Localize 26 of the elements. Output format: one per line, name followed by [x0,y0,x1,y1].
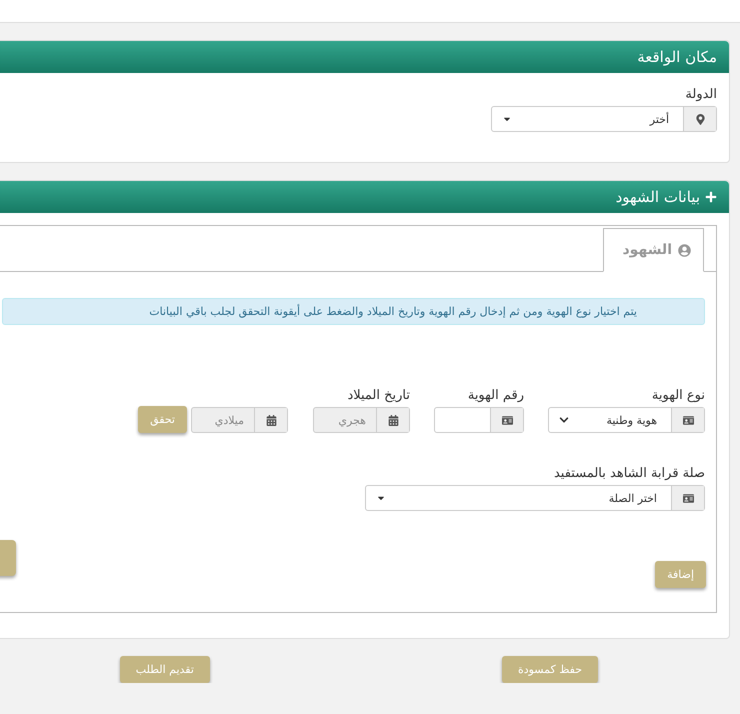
id-card-icon [502,414,512,426]
panel-title: بيانات الشهود [616,188,700,206]
info-notice: يتم اختيار نوع الهوية ومن ثم إدخال رقم الهوية وتاريخ الميلاد والضغط على أيقونة التحقق لجلب باقي البيانات [2,298,705,325]
panel-title: مكان الواقعة [637,48,717,66]
action-button[interactable]: تقديم الطلب [120,656,210,683]
id-type-select[interactable]: هوية وطنية [548,407,705,433]
country-select[interactable]: أختر [491,106,717,132]
tab[interactable]: الشهود [603,228,704,272]
field-label: تاريخ الميلاد [346,388,410,403]
map-marker-icon [694,114,706,124]
user-icon [678,244,691,256]
field-label: نوع الهوية [650,388,705,403]
plus-icon [705,191,717,203]
calendar-icon [266,414,276,426]
field-label: رقم الهوية [466,388,524,403]
add-button[interactable]: إضافة [655,561,706,588]
chevron-icon [559,415,569,425]
relation-select[interactable]: اختر الصلة [365,485,705,511]
id-card-icon [682,414,694,426]
action-button[interactable]: حفظ كمسودة [502,656,598,683]
verify-button[interactable]: تحقق [138,406,187,433]
id-card-icon [682,492,694,504]
id-number-field[interactable] [434,407,524,433]
field-label: صلة قرابة الشاهد بالمستفيد [552,466,705,481]
calendar-icon [388,414,398,426]
field-label: الدولة [684,87,717,102]
